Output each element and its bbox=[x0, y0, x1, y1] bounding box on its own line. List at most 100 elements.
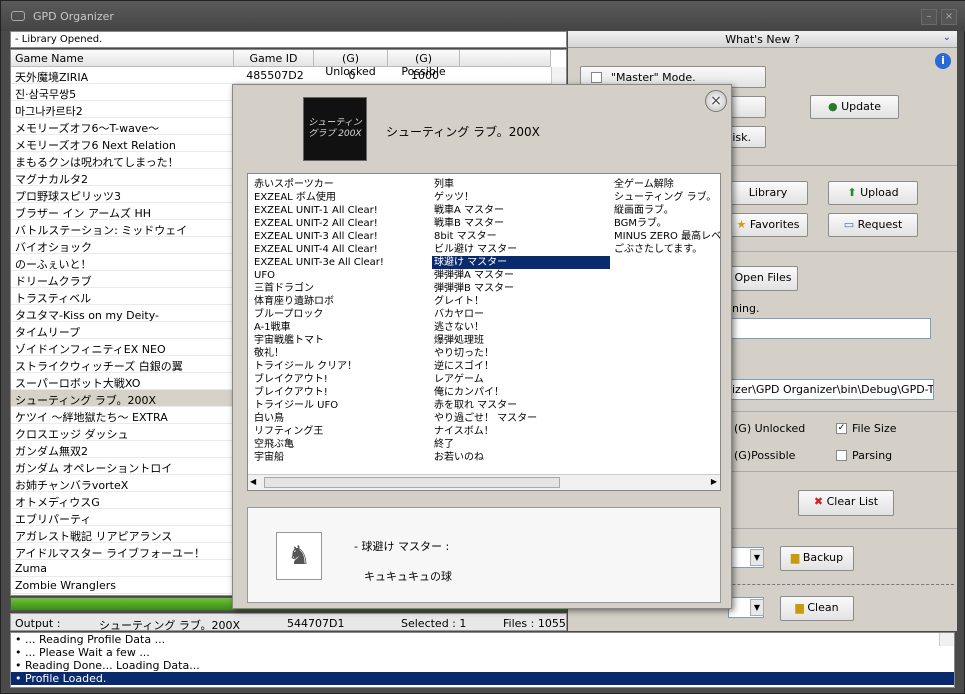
backup-label: Backup bbox=[802, 551, 844, 564]
cell-name: ケツイ 〜絆地獄たち〜 EXTRA bbox=[15, 411, 168, 424]
achievement-item[interactable]: バカヤロー bbox=[432, 308, 610, 321]
achievement-item[interactable]: 全ゲーム解除 bbox=[612, 178, 720, 191]
master-mode-check[interactable] bbox=[591, 72, 602, 83]
library-button[interactable]: Library bbox=[728, 181, 808, 205]
scroll-thumb[interactable] bbox=[264, 477, 560, 488]
achievement-hscrollbar[interactable]: ◀ ▶ bbox=[248, 474, 720, 490]
achievement-item[interactable]: 俺にカンパイ！ bbox=[432, 386, 610, 399]
achievement-item[interactable]: リフティング王 bbox=[252, 425, 384, 438]
achievement-item[interactable]: やり過ごせ！ マスター bbox=[432, 412, 610, 425]
achievement-item[interactable]: ごぶさたしてます。 bbox=[612, 243, 720, 256]
arrow-left-icon[interactable]: ◀ bbox=[250, 477, 256, 486]
col-header-game-id[interactable]: Game ID bbox=[234, 50, 314, 67]
achievement-item[interactable]: ナイスボム！ bbox=[432, 425, 610, 438]
achievement-item[interactable]: 逃さない！ bbox=[432, 321, 610, 334]
clean-button[interactable]: ▆ Clean bbox=[780, 596, 854, 621]
arrow-right-icon[interactable]: ▶ bbox=[711, 477, 717, 486]
upload-button[interactable]: ⬆ Upload bbox=[828, 181, 918, 205]
achievement-item[interactable]: ブレイクアウト! bbox=[252, 386, 384, 399]
achievement-item[interactable]: ブループロック bbox=[252, 308, 384, 321]
achievement-item[interactable]: 終了 bbox=[432, 438, 610, 451]
achievement-item[interactable]: 宇宙戦艦トマト bbox=[252, 334, 384, 347]
achievement-item[interactable]: 三首ドラゴン bbox=[252, 282, 384, 295]
achievement-item[interactable]: トライジール UFO bbox=[252, 399, 384, 412]
achievement-item[interactable]: 逆にスゴイ！ bbox=[432, 360, 610, 373]
achievement-item[interactable]: お若いのね bbox=[432, 451, 610, 464]
parsing-checkbox[interactable] bbox=[836, 450, 847, 461]
achievement-item[interactable]: EXZEAL UNIT-1 All Clear! bbox=[252, 204, 384, 217]
col-header-game-name[interactable]: Game Name bbox=[11, 50, 234, 67]
col-header-possible[interactable]: (G) Possible bbox=[388, 50, 460, 78]
col-header-unlocked[interactable]: (G) Unlocked bbox=[314, 50, 388, 78]
whats-new-header[interactable]: What's New ? ⌄ bbox=[568, 31, 957, 48]
achievement-list[interactable]: 赤いスポーツカー EXZEAL ボム使用 EXZEAL UNIT-1 All Cle… bbox=[247, 173, 721, 491]
achievement-item[interactable]: 白い鳥 bbox=[252, 412, 384, 425]
achievement-item[interactable]: 宇宙船 bbox=[252, 451, 384, 464]
favorites-button[interactable]: ★ Favorites bbox=[728, 213, 808, 237]
achievement-item[interactable]: UFO bbox=[252, 269, 384, 282]
dropdown-arrow-icon[interactable]: ▼ bbox=[750, 549, 764, 566]
open-files-button[interactable]: Open Files bbox=[728, 266, 798, 291]
log-list[interactable]: • ... Reading Profile Data ... • ... Ple… bbox=[10, 632, 955, 688]
achievement-item[interactable]: 8bit マスター bbox=[432, 230, 610, 243]
trash-name-field[interactable] bbox=[728, 318, 931, 339]
close-icon[interactable]: × bbox=[941, 9, 957, 25]
title-bar[interactable]: GPD Organizer – × bbox=[1, 1, 965, 31]
log-line: • ... Please Wait a few ... bbox=[15, 646, 150, 659]
achievement-item[interactable]: 赤いスポーツカー bbox=[252, 178, 384, 191]
achievement-item[interactable]: やり切った！ bbox=[432, 347, 610, 360]
achievement-item[interactable]: MINUS ZERO 最高レベ bbox=[612, 230, 720, 243]
trash-path-field[interactable]: izer\GPD Organizer\bin\Debug\GPD-Trash bbox=[728, 379, 934, 400]
achievement-item[interactable]: 赤を取れ マスター bbox=[432, 399, 610, 412]
chevron-down-icon[interactable]: ⌄ bbox=[943, 32, 951, 43]
achievement-item[interactable]: EXZEAL UNIT-3 All Clear! bbox=[252, 230, 384, 243]
folder-icon: ▆ bbox=[790, 551, 800, 564]
whats-new-label: What's New ? bbox=[725, 33, 800, 46]
achievement-item[interactable]: EXZEAL UNIT-3e All Clear! bbox=[252, 256, 384, 269]
info-icon[interactable]: i bbox=[935, 53, 951, 69]
achievement-item[interactable]: 戦車B マスター bbox=[432, 217, 610, 230]
achievement-item[interactable]: レアゲーム bbox=[432, 373, 610, 386]
achievement-item[interactable]: BGMラブ。 bbox=[612, 217, 720, 230]
app-window: GPD Organizer – × - Library Opened. Game… bbox=[0, 0, 965, 694]
achievement-item[interactable]: 縦画面ラブ。 bbox=[612, 204, 720, 217]
cell-name: Zombie Wranglers bbox=[15, 579, 116, 592]
achievement-item[interactable]: EXZEAL UNIT-2 All Clear! bbox=[252, 217, 384, 230]
output-game: シューティング ラブ。200X bbox=[99, 619, 241, 632]
achievement-item[interactable]: EXZEAL ボム使用 bbox=[252, 191, 384, 204]
request-button[interactable]: ▭ Request bbox=[828, 213, 918, 237]
cell-name: プロ野球スピリッツ3 bbox=[15, 190, 121, 203]
achievement-item[interactable]: EXZEAL UNIT-4 All Clear! bbox=[252, 243, 384, 256]
achievement-item[interactable]: トライジール クリア！ bbox=[252, 360, 384, 373]
achievement-item[interactable]: グレイト！ bbox=[432, 295, 610, 308]
achievement-detail: ♞ - 球避け マスター : キュキュキュの球 bbox=[247, 507, 721, 603]
file-size-checkbox[interactable]: ✓ bbox=[836, 423, 847, 434]
minimize-icon[interactable]: – bbox=[921, 9, 937, 25]
achievement-item[interactable]: ビル避け マスター bbox=[432, 243, 610, 256]
output-label: Output : bbox=[15, 617, 61, 630]
achievement-item[interactable]: ブレイクアウト! bbox=[252, 373, 384, 386]
achievement-item[interactable]: ゲッツ！ bbox=[432, 191, 610, 204]
achievement-item[interactable]: 球避け マスター bbox=[432, 256, 610, 269]
achievement-item[interactable]: A-1戦車 bbox=[252, 321, 384, 334]
close-icon[interactable]: × bbox=[705, 90, 727, 112]
table-row[interactable]: 天外魔境ZIRIA 485507D2 0 1000 bbox=[11, 67, 551, 84]
achievement-item[interactable]: シューティング ラブ。 bbox=[612, 191, 720, 204]
achievement-item[interactable]: 弾弾弾A マスター bbox=[432, 269, 610, 282]
achievement-item[interactable]: 空飛ぶ亀 bbox=[252, 438, 384, 451]
log-scrollbar[interactable] bbox=[939, 633, 954, 646]
achievement-description: キュキュキュの球 bbox=[364, 570, 452, 583]
achievement-item[interactable]: 敬礼！ bbox=[252, 347, 384, 360]
cell-unlocked: 0 bbox=[348, 69, 356, 82]
achievement-item[interactable]: 列車 bbox=[432, 178, 610, 191]
cell-name: Zuma bbox=[15, 562, 47, 575]
achievement-item[interactable]: 弾弾弾B マスター bbox=[432, 282, 610, 295]
achievement-item[interactable]: 体育座り遺跡ロボ bbox=[252, 295, 384, 308]
dropdown-arrow-icon[interactable]: ▼ bbox=[750, 599, 764, 616]
update-button[interactable]: ● Update bbox=[810, 95, 899, 119]
backup-button[interactable]: ▆ Backup bbox=[780, 546, 854, 571]
achievement-item[interactable]: 戦車A マスター bbox=[432, 204, 610, 217]
achievement-item[interactable]: 爆弾処理班 bbox=[432, 334, 610, 347]
clear-list-button[interactable]: ✖ Clear List bbox=[798, 490, 894, 516]
cell-name: 天外魔境ZIRIA bbox=[15, 71, 89, 84]
